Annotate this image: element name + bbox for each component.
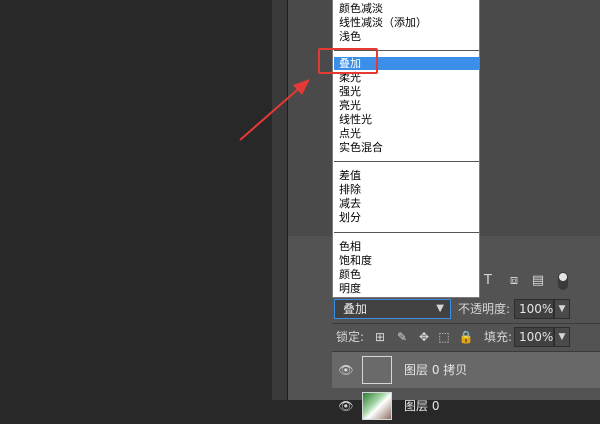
lock-artboard-icon[interactable]: ⬚: [436, 327, 452, 347]
menu-item-divide[interactable]: 划分: [339, 211, 361, 224]
menu-item-difference[interactable]: 差值: [339, 169, 361, 182]
lock-all-icon[interactable]: 🔒: [458, 327, 474, 347]
layer-thumbnail: [362, 392, 392, 420]
menu-item-luminosity[interactable]: 明度: [339, 282, 361, 295]
menu-item-hard-mix[interactable]: 实色混合: [339, 141, 383, 154]
annotation-highlight-box: [318, 48, 378, 74]
fill-field[interactable]: 100%: [514, 327, 554, 347]
menu-item-exclusion[interactable]: 排除: [339, 183, 361, 196]
menu-item-vivid-light[interactable]: 亮光: [339, 99, 361, 112]
menu-item-color-dodge[interactable]: 颜色减淡: [339, 2, 383, 15]
menu-separator: [334, 232, 479, 233]
layer-row[interactable]: 👁 图层 0: [332, 388, 600, 424]
blend-mode-value: 叠加: [343, 302, 368, 316]
opacity-dropdown-button[interactable]: ▼: [554, 299, 570, 319]
type-filter-icon[interactable]: T: [480, 272, 496, 290]
document-canvas[interactable]: [0, 0, 272, 400]
lock-transparent-pixels-icon[interactable]: ⊞: [372, 327, 388, 347]
menu-item-linear-dodge[interactable]: 线性减淡（添加）: [339, 16, 427, 29]
menu-item-subtract[interactable]: 减去: [339, 197, 361, 210]
fill-dropdown-button[interactable]: ▼: [554, 327, 570, 347]
lock-row: 锁定: ⊞ ✎ ✥ ⬚ 🔒 填充: 100% ▼: [332, 324, 600, 350]
blend-mode-menu: 颜色减淡 线性减淡（添加） 浅色 叠加 柔光 强光 亮光 线性光 点光 实色混合…: [332, 0, 480, 298]
blend-mode-select[interactable]: 叠加 ▼: [334, 299, 451, 319]
shape-filter-icon[interactable]: ⧈: [506, 272, 522, 290]
menu-item-pin-light[interactable]: 点光: [339, 127, 361, 140]
smart-object-filter-icon[interactable]: ▤: [530, 272, 546, 290]
layer-thumbnail: [362, 356, 392, 384]
panel-divider: [272, 0, 288, 400]
eye-icon[interactable]: 👁: [338, 398, 354, 414]
menu-separator: [334, 161, 479, 162]
opacity-field[interactable]: 100%: [514, 299, 554, 319]
opacity-label: 不透明度:: [458, 302, 511, 316]
eye-icon[interactable]: 👁: [338, 362, 354, 378]
chevron-down-icon: ▼: [436, 303, 444, 314]
blend-opacity-row: 叠加 ▼ 不透明度: 100% ▼: [332, 297, 600, 323]
menu-item-saturation[interactable]: 饱和度: [339, 254, 372, 267]
menu-item-linear-light[interactable]: 线性光: [339, 113, 372, 126]
lock-label: 锁定:: [336, 330, 365, 344]
menu-item-lighter-color[interactable]: 浅色: [339, 30, 361, 43]
layer-row[interactable]: 👁 图层 0 拷贝: [332, 352, 600, 388]
menu-item-hue[interactable]: 色相: [339, 240, 361, 253]
menu-item-color[interactable]: 颜色: [339, 268, 361, 281]
layer-name[interactable]: 图层 0 拷贝: [404, 361, 467, 379]
filter-toggle-icon[interactable]: [558, 272, 568, 290]
lock-image-pixels-icon[interactable]: ✎: [394, 327, 410, 347]
lock-position-icon[interactable]: ✥: [416, 327, 432, 347]
menu-item-hard-light[interactable]: 强光: [339, 85, 361, 98]
layer-filter-toolbar: T ⧈ ▤: [478, 268, 600, 294]
fill-label: 填充:: [484, 330, 513, 344]
